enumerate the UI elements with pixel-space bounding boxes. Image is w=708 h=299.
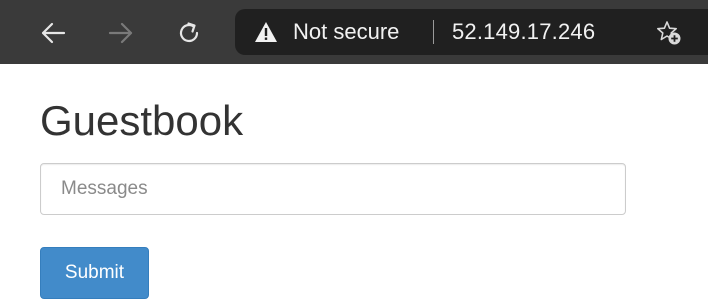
arrow-left-icon [41,22,66,44]
warning-triangle-icon[interactable] [254,21,278,43]
messages-input[interactable] [40,163,626,215]
arrow-right-icon [108,22,133,44]
security-status-label[interactable]: Not secure [293,20,399,44]
submit-button[interactable]: Submit [40,247,149,299]
browser-toolbar: Not secure 52.149.17.246 [0,0,708,64]
reload-icon [179,22,199,43]
forward-button[interactable] [104,16,138,50]
address-bar[interactable]: Not secure 52.149.17.246 [235,9,708,55]
back-button[interactable] [36,16,70,50]
star-add-icon[interactable] [656,20,682,46]
page-title: Guestbook [40,97,244,144]
reload-button[interactable] [172,16,206,50]
url-text[interactable]: 52.149.17.246 [452,20,595,44]
address-divider [433,20,434,44]
